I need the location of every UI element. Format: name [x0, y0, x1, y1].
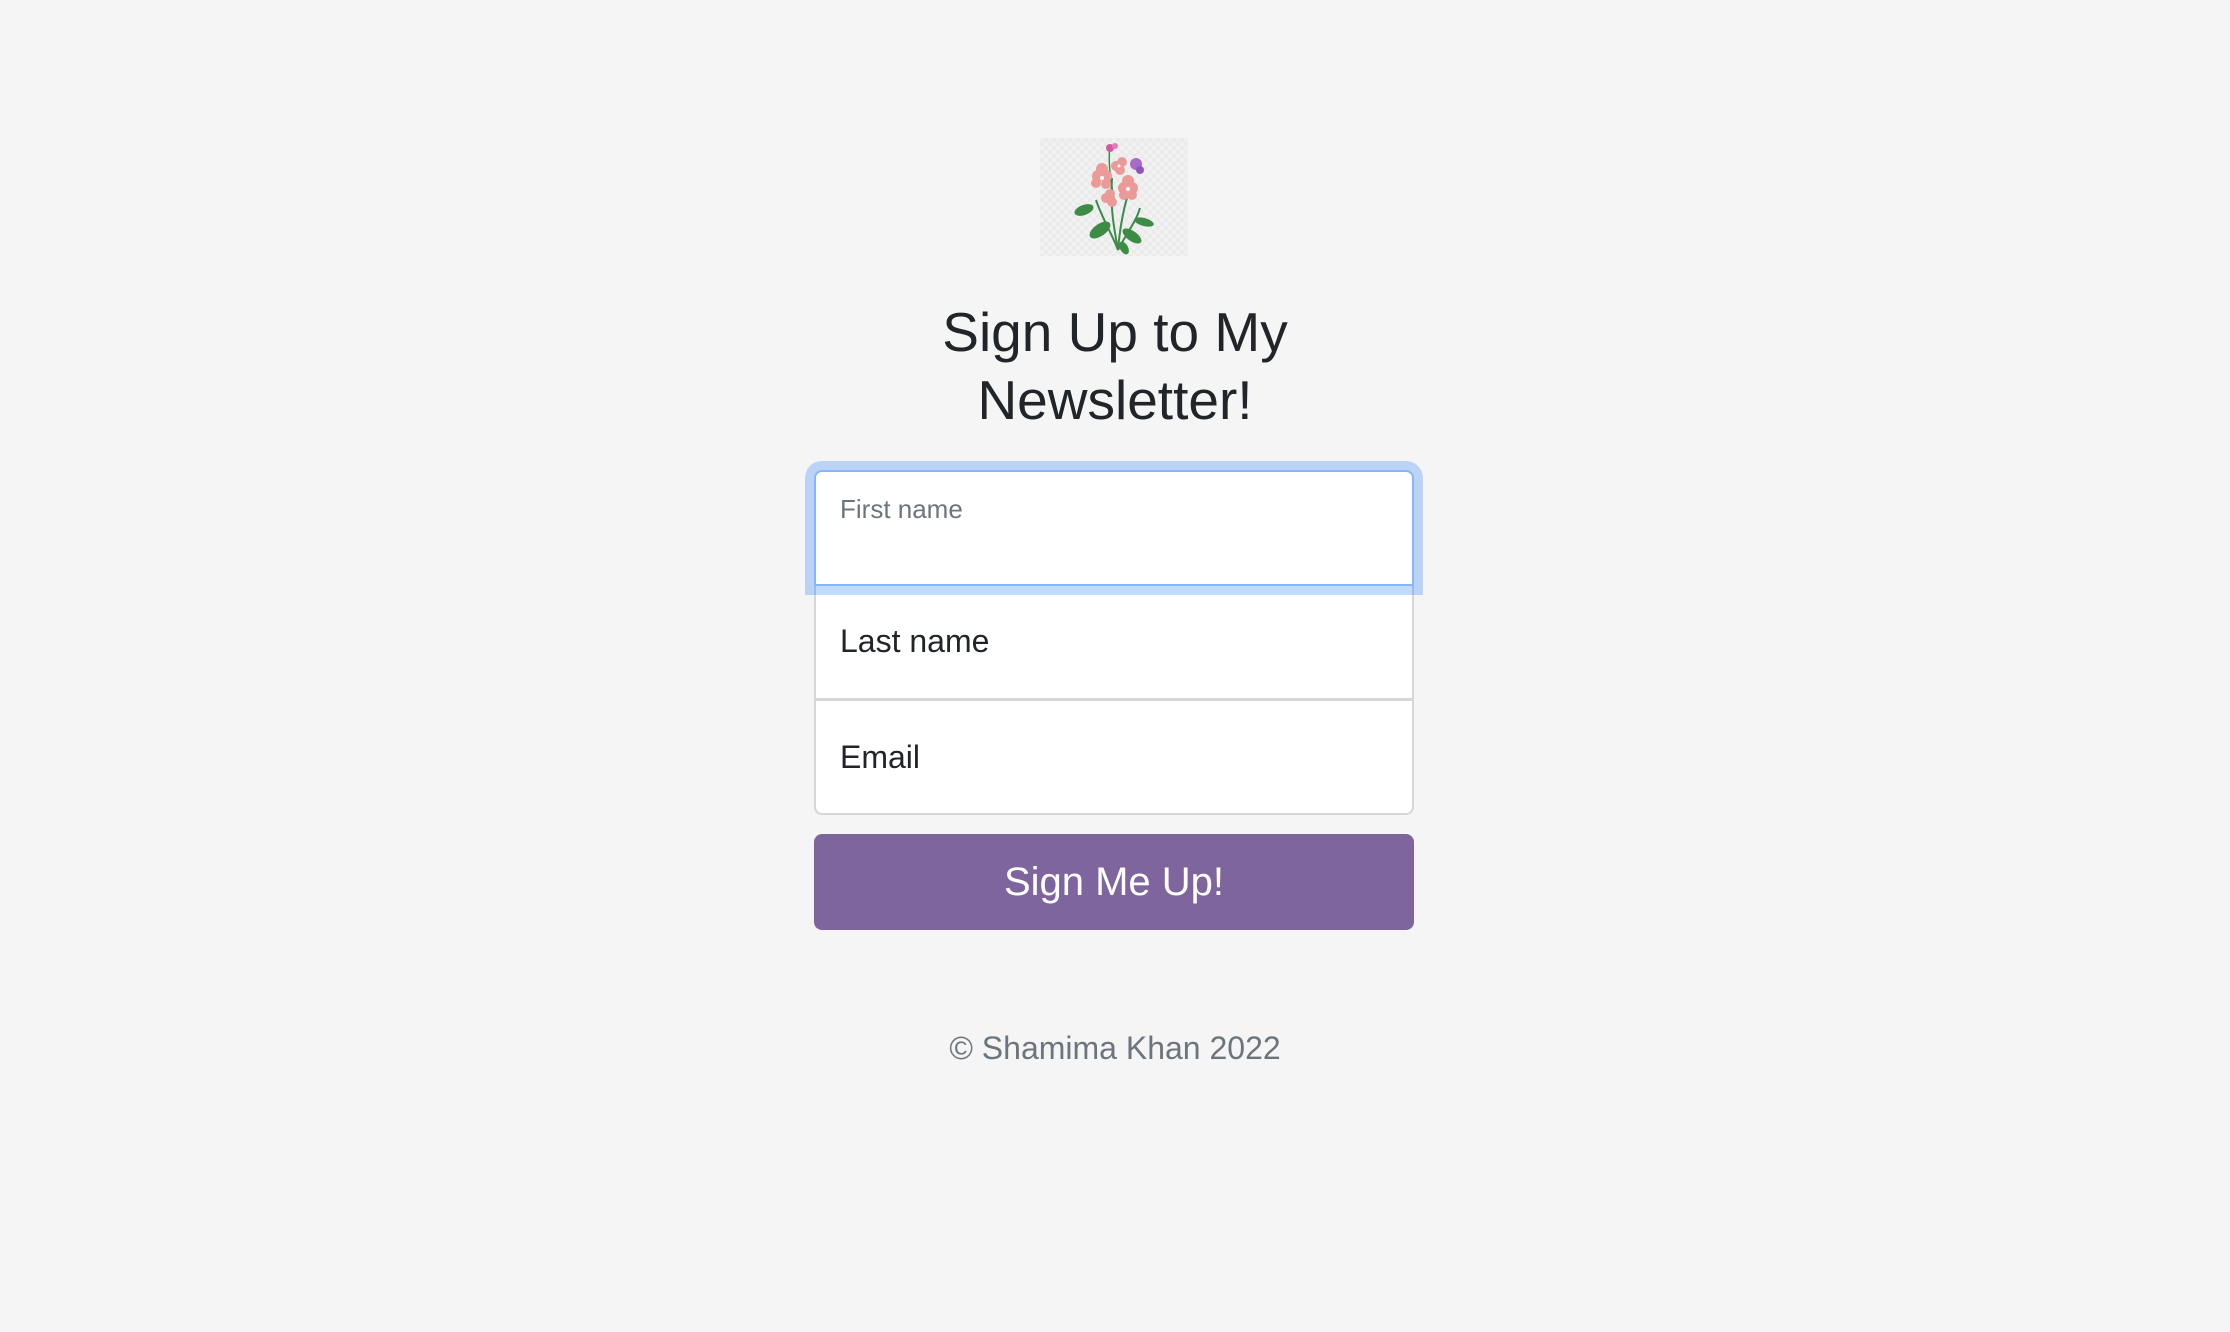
first-name-field[interactable]: First name	[814, 470, 1414, 586]
flower-bouquet-icon	[1040, 138, 1188, 256]
email-field[interactable]: Email	[814, 699, 1414, 815]
page-title: Sign Up to My Newsletter!	[942, 301, 1288, 431]
copyright-footer: © Shamima Khan 2022	[949, 1030, 1281, 1066]
last-name-placeholder: Last name	[840, 623, 990, 659]
last-name-field[interactable]: Last name	[814, 585, 1414, 700]
email-placeholder: Email	[840, 738, 921, 775]
first-name-label: First name	[840, 494, 963, 524]
signup-page: Sign Up to My Newsletter! First name Las…	[0, 0, 2230, 1332]
sign-me-up-button[interactable]: Sign Me Up!	[814, 834, 1414, 930]
